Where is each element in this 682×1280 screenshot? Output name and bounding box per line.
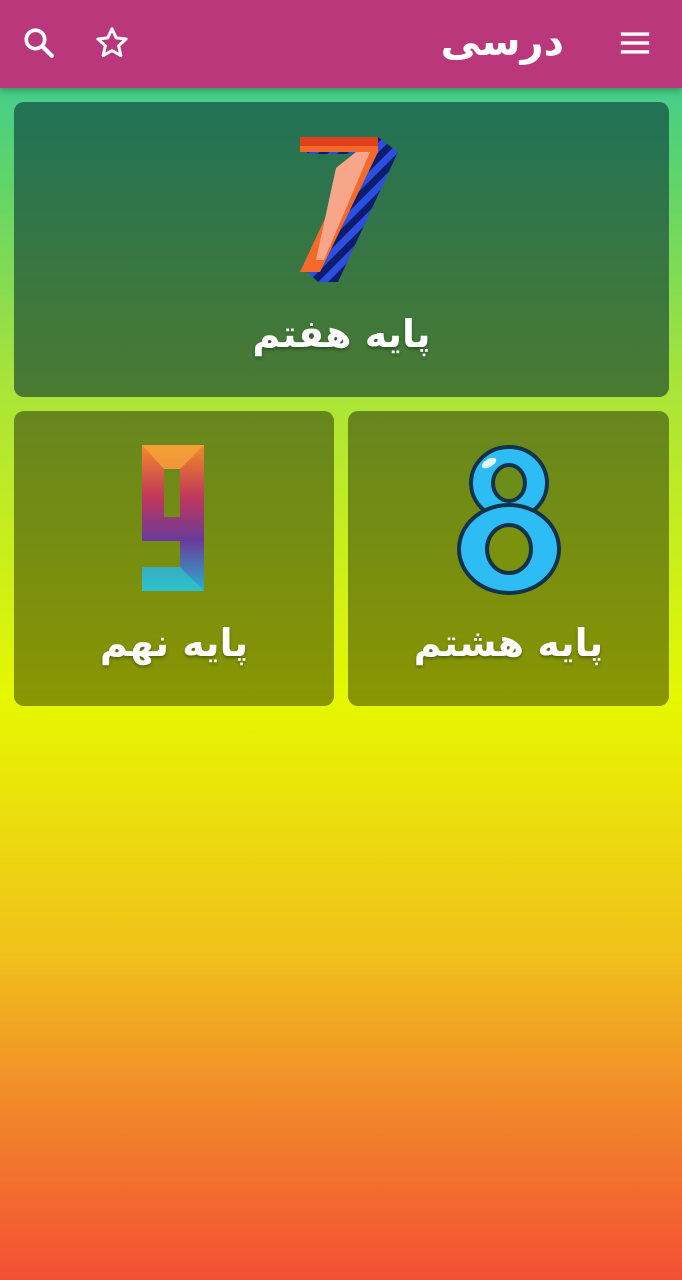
menu-icon[interactable] bbox=[612, 20, 658, 66]
search-icon[interactable] bbox=[16, 20, 62, 66]
grade-9-label: پایه نهم bbox=[99, 621, 249, 665]
grade-8-label: پایه هشتم bbox=[413, 621, 604, 665]
app-title: درسی bbox=[440, 19, 564, 65]
grade-8-card[interactable]: پایه هشتم bbox=[348, 411, 669, 706]
digit-7-image bbox=[300, 137, 398, 282]
app-bar: درسی bbox=[0, 0, 682, 88]
grade-7-label: پایه هفتم bbox=[252, 312, 431, 356]
favorites-star-icon[interactable] bbox=[89, 20, 135, 66]
digit-9-image bbox=[142, 445, 204, 591]
grade-7-card[interactable]: پایه هفتم bbox=[14, 102, 669, 397]
grade-9-card[interactable]: پایه نهم bbox=[14, 411, 334, 706]
digit-8-image bbox=[457, 445, 561, 595]
